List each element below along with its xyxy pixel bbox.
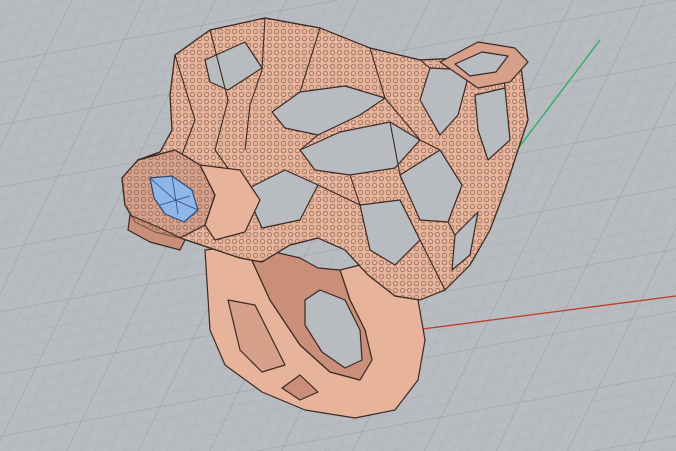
3d-viewport[interactable] — [0, 0, 676, 451]
viewport-canvas[interactable] — [0, 0, 676, 451]
